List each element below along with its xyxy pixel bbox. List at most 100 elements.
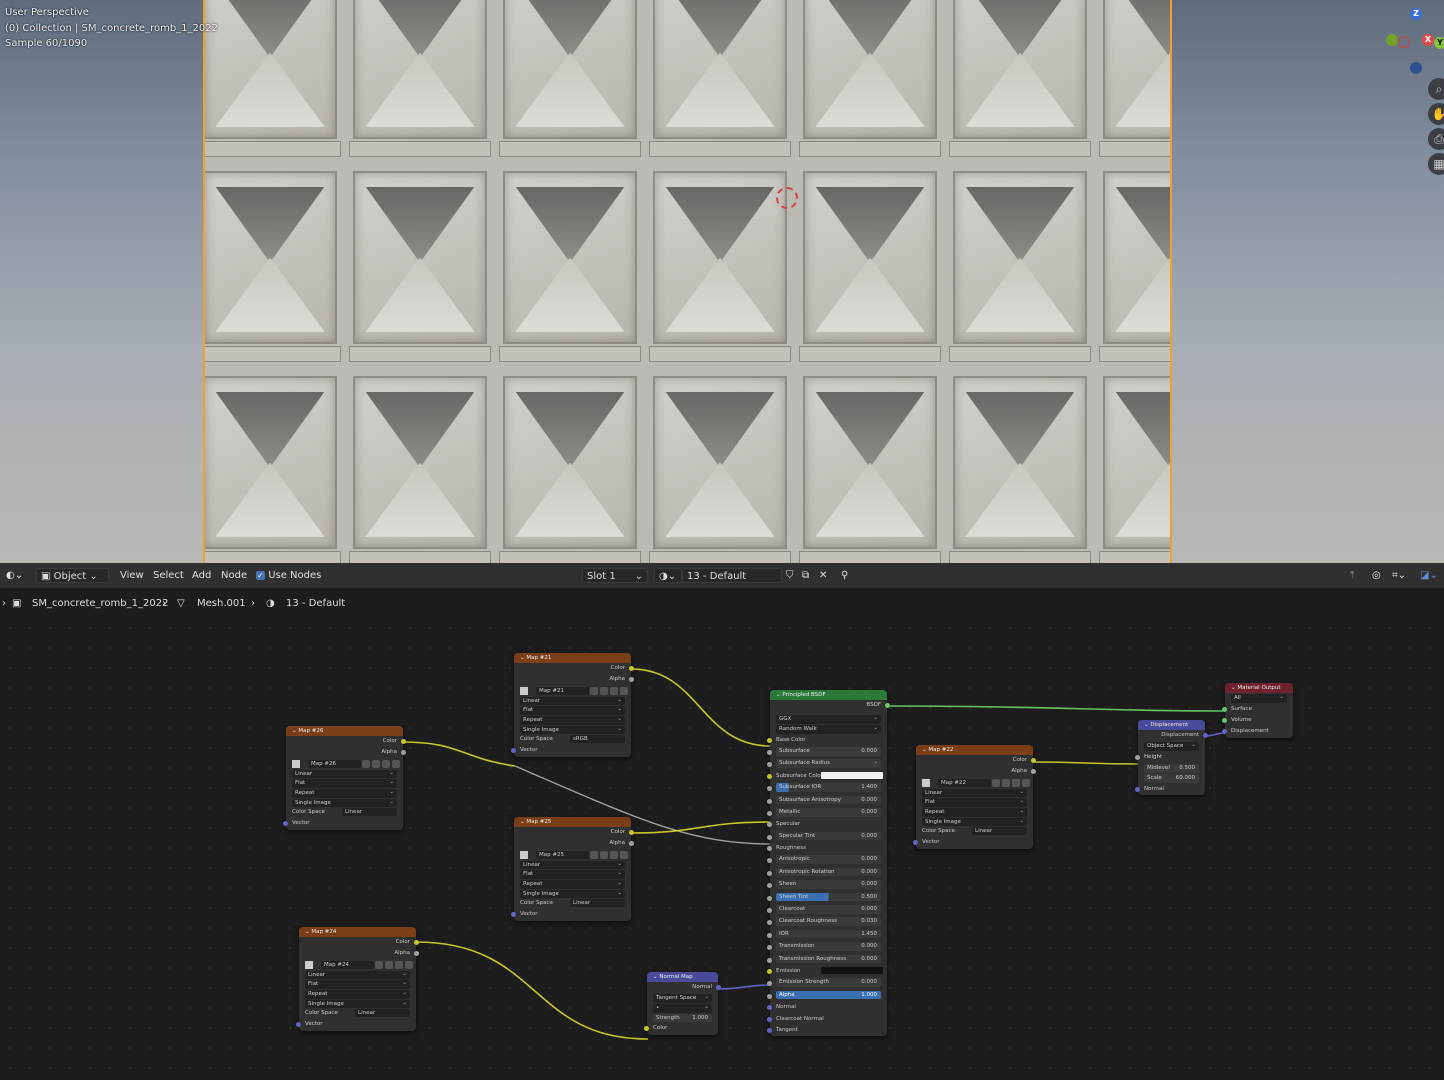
source-dropdown[interactable]: Single Image xyxy=(292,798,397,808)
projection-dropdown[interactable]: Flat xyxy=(520,869,625,879)
pan-hand-icon[interactable]: ✋ xyxy=(1428,103,1444,125)
node-header[interactable]: ⌄ Map #26 xyxy=(286,726,403,736)
socket[interactable] xyxy=(629,666,634,671)
node-header[interactable]: ⌄ Normal Map xyxy=(647,972,718,982)
fake-user-shield-icon[interactable]: ⛉ xyxy=(786,563,794,588)
sheen-tint-field[interactable]: Sheen Tint 0.500 xyxy=(776,892,881,902)
socket[interactable] xyxy=(767,846,772,852)
gizmo-y-axis[interactable]: Y xyxy=(1434,37,1444,49)
socket[interactable] xyxy=(414,940,419,945)
socket[interactable] xyxy=(767,920,772,926)
socket[interactable] xyxy=(767,798,772,804)
material-browse-button[interactable]: ◑⌄ xyxy=(654,568,682,583)
camera-icon[interactable]: ⎙ xyxy=(1428,128,1444,150)
gizmo-neg-z-axis[interactable] xyxy=(1410,62,1422,74)
gizmo-x-axis[interactable]: X xyxy=(1422,34,1434,46)
image-selector[interactable]: Map #25 xyxy=(520,850,628,860)
socket[interactable] xyxy=(767,1016,772,1022)
slot-dropdown[interactable]: Slot 1 ⌄ xyxy=(582,568,648,583)
socket[interactable] xyxy=(767,870,772,876)
close-icon[interactable] xyxy=(392,759,400,768)
material-output-node[interactable]: ⌄ Material Output All Surface Volume Dis… xyxy=(1222,683,1293,738)
backdrop-icon[interactable]: ◪⌄ xyxy=(1420,563,1438,588)
socket[interactable] xyxy=(1135,786,1140,792)
navigation-gizmo[interactable]: Z X Y xyxy=(1384,6,1444,76)
image-name-field[interactable]: Map #22 xyxy=(938,778,991,787)
node-header[interactable]: ⌄ Material Output xyxy=(1225,683,1293,693)
emission-strength-field[interactable]: Emission Strength 0.000 xyxy=(776,978,881,987)
extension-dropdown[interactable]: Repeat xyxy=(520,715,625,725)
interpolation-dropdown[interactable]: Linear xyxy=(305,970,410,980)
socket[interactable] xyxy=(767,957,772,963)
use-nodes-toggle[interactable]: ✓ Use Nodes xyxy=(256,563,321,588)
pin-icon[interactable]: ⚲ xyxy=(841,563,848,588)
duplicate-material-icon[interactable]: ⧉ xyxy=(802,563,809,588)
projection-dropdown[interactable]: Flat xyxy=(922,797,1027,807)
socket[interactable] xyxy=(767,895,772,901)
ior-field[interactable]: IOR 1.450 xyxy=(776,929,881,939)
subsurface-method-dropdown[interactable]: Random Walk xyxy=(776,724,881,734)
socket[interactable] xyxy=(644,1026,649,1032)
socket[interactable] xyxy=(767,1005,772,1011)
editor-type-icon[interactable]: ◐⌄ xyxy=(6,563,23,588)
socket[interactable] xyxy=(511,748,516,754)
open-folder-icon[interactable] xyxy=(610,686,618,695)
duplicate-icon[interactable] xyxy=(385,960,393,969)
gizmo-z-axis[interactable]: Z xyxy=(1410,8,1422,20)
unlink-material-icon[interactable]: ✕ xyxy=(819,563,827,588)
node-header[interactable]: ⌄ Principled BSDF xyxy=(770,690,887,700)
duplicate-icon[interactable] xyxy=(600,686,608,695)
socket[interactable] xyxy=(1135,754,1140,760)
extension-dropdown[interactable]: Repeat xyxy=(520,879,625,889)
open-folder-icon[interactable] xyxy=(382,759,390,768)
anisotropic-field[interactable]: Anisotropic 0.000 xyxy=(776,855,881,865)
fake-user-shield-icon[interactable] xyxy=(590,686,598,695)
duplicate-icon[interactable] xyxy=(600,850,608,859)
image-selector[interactable]: Map #21 xyxy=(520,686,628,696)
socket[interactable] xyxy=(1222,717,1227,723)
specular-tint-field[interactable]: Specular Tint 0.000 xyxy=(776,831,881,841)
image-icon[interactable] xyxy=(520,850,528,859)
image-texture-node-map25[interactable]: ⌄ Map #25 Color Alpha Map #25 Linear Fla… xyxy=(511,817,634,921)
subsurface-anisotropy-field[interactable]: Subsurface Anisotropy 0.000 xyxy=(776,795,881,805)
socket[interactable] xyxy=(629,830,634,835)
concrete-wall-mesh[interactable] xyxy=(203,0,1172,563)
fake-user-shield-icon[interactable] xyxy=(590,850,598,859)
color-swatch[interactable] xyxy=(821,771,883,779)
color-space-dropdown[interactable]: Linear xyxy=(342,808,397,817)
open-folder-icon[interactable] xyxy=(610,850,618,859)
normal-map-node[interactable]: ⌄ Normal Map Normal Tangent Space • Stre… xyxy=(644,972,721,1035)
overlay-icon[interactable]: ◎ xyxy=(1372,563,1381,588)
duplicate-icon[interactable] xyxy=(1002,778,1010,787)
clearcoat-roughness-field[interactable]: Clearcoat Roughness 0.030 xyxy=(776,917,881,927)
image-texture-node-map22[interactable]: ⌄ Map #22 Color Alpha Map #22 Linear Fla… xyxy=(913,745,1036,849)
close-icon[interactable] xyxy=(620,850,628,859)
image-texture-node-map21[interactable]: ⌄ Map #21 Color Alpha Map #21 Linear Fla… xyxy=(511,653,634,757)
socket[interactable] xyxy=(401,739,406,744)
open-folder-icon[interactable] xyxy=(1012,778,1020,787)
transmission-field[interactable]: Transmission 0.000 xyxy=(776,942,881,951)
socket[interactable] xyxy=(767,810,772,816)
subsurface-radius-field[interactable]: Subsurface Radius xyxy=(776,758,881,768)
target-dropdown[interactable]: All xyxy=(1231,693,1287,703)
socket[interactable] xyxy=(913,840,918,846)
image-icon[interactable] xyxy=(292,759,300,768)
socket[interactable] xyxy=(716,985,721,990)
clearcoat-field[interactable]: Clearcoat 0.000 xyxy=(776,905,881,914)
menu-view[interactable]: View xyxy=(120,563,144,588)
source-dropdown[interactable]: Single Image xyxy=(922,817,1027,827)
socket[interactable] xyxy=(767,749,772,755)
image-name-field[interactable]: Map #26 xyxy=(308,759,361,768)
anisotropic-rotation-field[interactable]: Anisotropic Rotation 0.000 xyxy=(776,867,881,877)
close-icon[interactable] xyxy=(620,686,628,695)
subsurface-field[interactable]: Subsurface 0.000 xyxy=(776,746,881,756)
3d-viewport[interactable]: User Perspective (0) Collection | SM_con… xyxy=(0,0,1444,563)
node-header[interactable]: ⌄ Map #22 xyxy=(916,745,1033,755)
image-name-field[interactable]: Map #21 xyxy=(536,686,589,695)
socket[interactable] xyxy=(767,834,772,840)
color-space-dropdown[interactable]: Linear xyxy=(972,827,1027,836)
transmission-roughness-field[interactable]: Transmission Roughness 0.000 xyxy=(776,954,881,964)
menu-select[interactable]: Select xyxy=(153,563,184,588)
distribution-dropdown[interactable]: GGX xyxy=(776,714,881,724)
image-icon[interactable] xyxy=(305,960,313,969)
